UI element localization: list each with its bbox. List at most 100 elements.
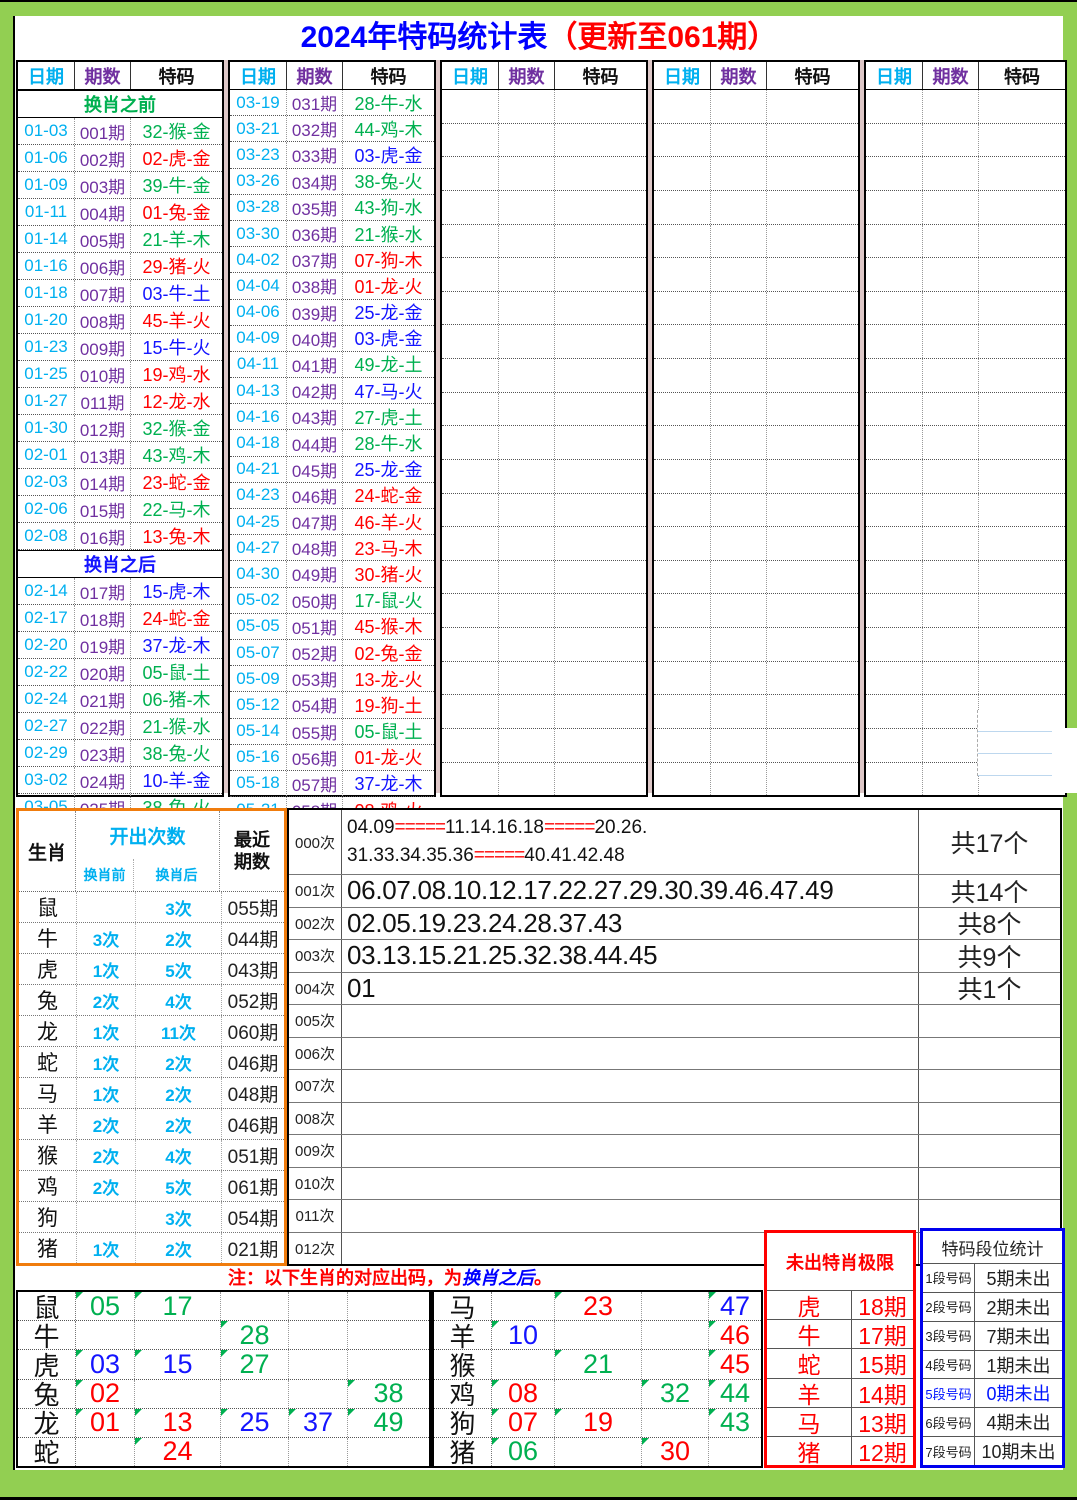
count-before-cell: 2次: [77, 985, 136, 1015]
frequency-row: 003次 03.13.15.21.25.32.38.44.45 共9个: [289, 940, 1060, 973]
date-cell: 05-16: [230, 744, 287, 770]
column-header-period: 期数: [287, 62, 343, 89]
code-row: 01-18 007期 03-牛-土: [18, 280, 222, 307]
count-after-cell: 4次: [136, 985, 222, 1015]
date-cell: [442, 527, 499, 560]
period-cell: [499, 594, 555, 627]
date-cell: 03-02: [18, 767, 75, 793]
period-cell: [923, 628, 979, 661]
codes-group-body: [866, 90, 1065, 796]
frequency-numbers: [342, 1038, 918, 1070]
code-row: 04-16 043期 27-虎-土: [230, 404, 434, 431]
number-cell: 46: [709, 1320, 761, 1350]
cell-flag-triangle: [221, 1408, 228, 1416]
number-value: 45: [719, 1348, 751, 1379]
period-cell: 044期: [287, 430, 343, 456]
date-cell: [442, 90, 499, 123]
code-row: [442, 493, 646, 528]
special-code-cell: [555, 359, 646, 392]
period-cell: [711, 392, 767, 426]
date-cell: [442, 762, 499, 796]
zodiac-name-cell: 猪: [19, 1233, 77, 1263]
frequency-count: 共8个: [918, 907, 1060, 939]
period-cell: [711, 359, 767, 392]
period-cell: [711, 459, 767, 493]
period-cell: [499, 157, 555, 190]
special-code-cell: [555, 258, 646, 291]
date-cell: 01-18: [18, 280, 75, 306]
period-cell: [499, 762, 555, 796]
date-cell: 04-18: [230, 430, 287, 456]
period-cell: [499, 392, 555, 426]
code-row: [442, 560, 646, 595]
special-code-cell: [555, 225, 646, 258]
number-value: 05: [89, 1290, 121, 1321]
number-cell: [289, 1379, 348, 1408]
special-code-cell: [979, 426, 1065, 459]
special-code-cell: 24-蛇-金: [354, 486, 423, 507]
code-row: 05-18 057期 37-龙-木: [230, 770, 434, 798]
number-value: 49: [373, 1407, 404, 1438]
frequency-label: 000次: [289, 810, 342, 874]
code-row: 04-21 045期 25-龙-金: [230, 456, 434, 483]
period-cell: [711, 258, 767, 291]
date-cell: [654, 190, 711, 224]
period-cell: 035期: [287, 194, 343, 220]
date-cell: 02-29: [18, 740, 75, 766]
zodiac-stats-row: 鼠 3次 055期: [19, 892, 284, 923]
code-row: 01-11 004期 01-兔-金: [18, 199, 222, 226]
date-cell: 02-14: [18, 578, 75, 604]
code-row: 01-25 010期 19-鸡-水: [18, 361, 222, 388]
zodiac-name-cell: 鼠: [19, 892, 77, 922]
zodiac-name-cell: 猪: [434, 1437, 492, 1468]
cell-flag-triangle: [555, 1292, 562, 1299]
date-cell: [866, 123, 923, 157]
number-cell: 44: [709, 1378, 761, 1408]
segment-row: 2段号码 2期未出: [923, 1292, 1062, 1322]
date-cell: [442, 224, 499, 258]
code-row: [866, 493, 1065, 528]
number-value: 32: [659, 1378, 691, 1409]
special-code-cell: [979, 460, 1065, 493]
frequency-row: 005次: [289, 1005, 1060, 1038]
date-cell: 03-28: [230, 194, 287, 220]
frequency-row: 006次: [289, 1037, 1060, 1070]
period-cell: [923, 762, 979, 796]
limit-zodiac-cell: 虎: [767, 1291, 852, 1320]
limit-row: 羊 14期: [767, 1378, 913, 1408]
frequency-count: [918, 1102, 1060, 1134]
code-row: [654, 493, 858, 528]
frequency-count: [918, 1005, 1060, 1037]
period-cell: [499, 661, 555, 695]
period-cell: 045期: [287, 456, 343, 482]
count-after-cell: 2次: [136, 1233, 222, 1263]
frequency-count: 共1个: [918, 972, 1060, 1004]
frequency-table: 000次 04.09=====11.14.16.18=====20.26. 31.3…: [287, 808, 1062, 1266]
date-cell: 02-22: [18, 659, 75, 685]
code-row: [654, 392, 858, 427]
period-cell: 009期: [75, 334, 131, 360]
frequency-label: 008次: [289, 1102, 342, 1134]
number-cell: 02: [76, 1378, 135, 1408]
code-row: [654, 762, 858, 796]
zodiac-number-row: 蛇 24: [18, 1436, 429, 1468]
number-value: 19: [582, 1407, 614, 1438]
frequency-count: 共9个: [918, 940, 1060, 972]
number-value: 37: [302, 1407, 334, 1438]
date-cell: [866, 527, 923, 560]
number-cell: [289, 1350, 348, 1379]
number-value: 24: [162, 1436, 193, 1467]
frequency-count: [918, 1200, 1060, 1232]
cell-flag-triangle: [709, 1408, 716, 1416]
date-cell: 04-09: [230, 325, 287, 351]
zodiac-stats-row: 鸡 2次 5次 061期: [19, 1171, 284, 1202]
segment-value-cell: 2期未出: [986, 1297, 1051, 1318]
segment-label-cell: 3段号码: [923, 1321, 975, 1350]
zodiac-name-cell: 牛: [19, 923, 77, 953]
number-cell: [221, 1437, 289, 1467]
period-cell: 047期: [287, 509, 343, 535]
date-cell: 01-30: [18, 415, 75, 441]
frequency-label: 001次: [289, 875, 342, 907]
special-code-cell: 05-鼠-土: [142, 663, 211, 683]
special-code-cell: [767, 258, 858, 291]
